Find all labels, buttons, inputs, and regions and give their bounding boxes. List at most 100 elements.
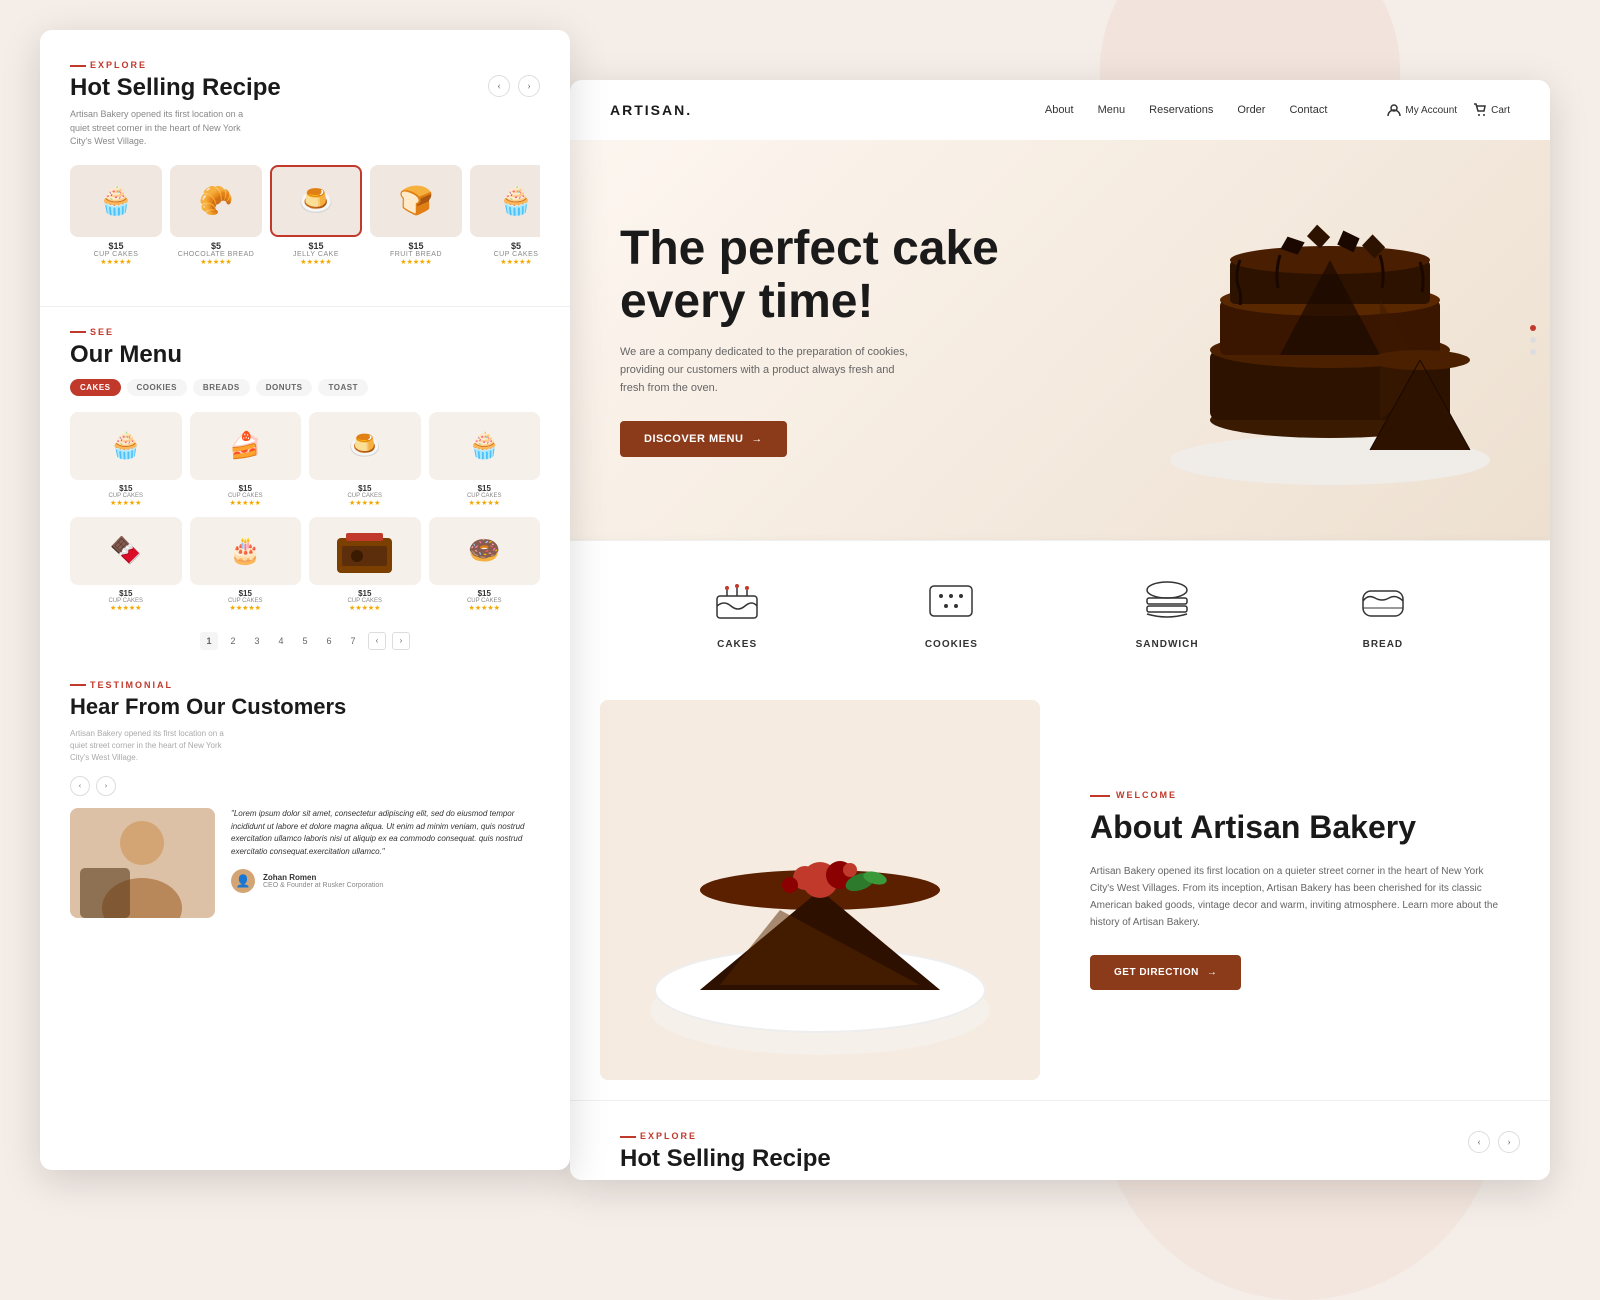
about-image xyxy=(600,700,1040,1080)
discover-menu-btn[interactable]: DISCOVER MENU → xyxy=(620,421,787,457)
my-account-btn[interactable]: My Account xyxy=(1387,103,1457,117)
next-recipe-btn[interactable]: › xyxy=(518,75,540,97)
page-1-btn[interactable]: 1 xyxy=(200,632,218,650)
menu-item-stars: ★★★★★ xyxy=(429,604,541,612)
page-7-btn[interactable]: 7 xyxy=(344,632,362,650)
testimonial-desc: Artisan Bakery opened its first location… xyxy=(70,728,230,764)
testimonial-image-wrapper xyxy=(70,808,215,918)
list-item[interactable]: 🧁 $15 CUP CAKES ★★★★★ xyxy=(429,412,541,507)
nav-menu[interactable]: Menu xyxy=(1098,104,1126,116)
next-testimonial-btn[interactable]: › xyxy=(96,776,116,796)
list-item[interactable]: 🍰 $15 CUP CAKES ★★★★★ xyxy=(190,412,302,507)
bottom-prev-btn[interactable]: ‹ xyxy=(1468,1131,1490,1153)
filter-cookies-btn[interactable]: COOKIES xyxy=(127,379,187,396)
nav-reservations[interactable]: Reservations xyxy=(1149,104,1213,116)
page-3-btn[interactable]: 3 xyxy=(248,632,266,650)
category-cakes[interactable]: CAKES xyxy=(707,571,767,650)
hero-dot-1[interactable] xyxy=(1530,325,1536,331)
bottom-title: Hot Selling Recipe xyxy=(620,1145,1500,1173)
recipe-stars: ★★★★★ xyxy=(70,258,162,266)
list-item[interactable]: 🍮 $15 CUP CAKES ★★★★★ xyxy=(309,412,421,507)
site-logo: ARTISAN. xyxy=(610,102,692,118)
nav-about[interactable]: About xyxy=(1045,104,1074,116)
page-2-btn[interactable]: 2 xyxy=(224,632,242,650)
hero-dot-2[interactable] xyxy=(1530,337,1536,343)
list-item[interactable]: 🍩 $15 CUP CAKES ★★★★★ xyxy=(429,517,541,612)
recipe-price: $15 xyxy=(370,241,462,251)
nav-order[interactable]: Order xyxy=(1237,104,1265,116)
recipe-stars: ★★★★★ xyxy=(470,258,540,266)
list-item[interactable]: 🍫 $15 CUP CAKES ★★★★★ xyxy=(70,517,182,612)
hero-dot-3[interactable] xyxy=(1530,349,1536,355)
prev-testimonial-btn[interactable]: ‹ xyxy=(70,776,90,796)
right-panel: ARTISAN. About Menu Reservations Order C… xyxy=(570,80,1550,1180)
page-4-btn[interactable]: 4 xyxy=(272,632,290,650)
prev-recipe-btn[interactable]: ‹ xyxy=(488,75,510,97)
category-cookies[interactable]: COOKIES xyxy=(921,571,981,650)
list-item[interactable]: 🧁 $5 CUP CAKES ★★★★★ xyxy=(470,165,540,266)
bottom-explore-label: EXPLORE xyxy=(620,1131,1500,1141)
menu-item-price: $15 xyxy=(70,484,182,493)
menu-item-img: 🧁 xyxy=(70,412,182,480)
bottom-next-btn[interactable]: › xyxy=(1498,1131,1520,1153)
filter-toast-btn[interactable]: TOAST xyxy=(318,379,367,396)
nav-contact[interactable]: Contact xyxy=(1289,104,1327,116)
hot-selling-title: Hot Selling Recipe xyxy=(70,74,540,102)
about-section: WELCOME About Artisan Bakery Artisan Bak… xyxy=(570,680,1550,1100)
testimonial-content: "Lorem ipsum dolor sit amet, consectetur… xyxy=(70,808,540,918)
list-item[interactable]: 🎂 $15 CUP CAKES ★★★★★ xyxy=(190,517,302,612)
list-item[interactable]: 🥐 $5 CHOCOLATE BREAD ★★★★★ xyxy=(170,165,262,266)
testimonial-label: TESTIMONIAL xyxy=(70,680,540,690)
hero-title: The perfect cake every time! xyxy=(620,223,1000,329)
recipe-stars: ★★★★★ xyxy=(170,258,262,266)
recipe-cards-row: 🧁 $15 CUP CAKES ★★★★★ 🥐 $5 CHOCOLATE BRE… xyxy=(70,165,540,266)
list-item[interactable]: $15 CUP CAKES ★★★★★ xyxy=(309,517,421,612)
menu-item-price: $15 xyxy=(190,484,302,493)
filter-donuts-btn[interactable]: DONUTS xyxy=(256,379,313,396)
get-direction-btn[interactable]: GET DIRECTION → xyxy=(1090,955,1241,990)
menu-item-stars: ★★★★★ xyxy=(309,499,421,507)
author-avatar: 👤 xyxy=(231,869,255,893)
recipe-name: FRUIT BREAD xyxy=(370,251,462,258)
hero-cake-image xyxy=(1140,160,1520,520)
divider xyxy=(40,306,570,307)
menu-item-img: 🍮 xyxy=(309,412,421,480)
filter-cakes-btn[interactable]: CAKES xyxy=(70,379,121,396)
recipe-name: CHOCOLATE BREAD xyxy=(170,251,262,258)
category-sandwich[interactable]: SANDWICH xyxy=(1136,571,1199,650)
recipe-nav: ‹ › xyxy=(488,75,540,97)
explore-label: EXPLORE xyxy=(70,60,540,70)
list-item[interactable]: 🍞 $15 FRUIT BREAD ★★★★★ xyxy=(370,165,462,266)
welcome-label: WELCOME xyxy=(1090,790,1500,800)
nav-actions: My Account Cart xyxy=(1387,103,1510,117)
category-bread[interactable]: BREAD xyxy=(1353,571,1413,650)
recipe-card-img: 🍞 xyxy=(370,165,462,237)
author-role: CEO & Founder at Rusker Corporation xyxy=(263,882,383,889)
cart-btn[interactable]: Cart xyxy=(1473,103,1510,117)
testimonial-section: TESTIMONIAL Hear From Our Customers Arti… xyxy=(40,660,570,938)
menu-item-price: $15 xyxy=(429,589,541,598)
page-5-btn[interactable]: 5 xyxy=(296,632,314,650)
author-info: Zohan Romen CEO & Founder at Rusker Corp… xyxy=(263,873,383,889)
testimonial-nav: ‹ › xyxy=(70,776,540,796)
recipe-name: CUP CAKES xyxy=(470,251,540,258)
hot-selling-desc: Artisan Bakery opened its first location… xyxy=(70,108,250,149)
sandwich-icon xyxy=(1137,571,1197,631)
testimonial-title: Hear From Our Customers xyxy=(70,694,540,720)
menu-item-price: $15 xyxy=(190,589,302,598)
testimonial-quote: "Lorem ipsum dolor sit amet, consectetur… xyxy=(231,808,540,859)
list-item[interactable]: 🍮 $15 JELLY CAKE ★★★★★ xyxy=(270,165,362,266)
bottom-desc: Artisan Bakery opened its first location… xyxy=(620,1179,800,1180)
testimonial-text: "Lorem ipsum dolor sit amet, consectetur… xyxy=(231,808,540,918)
menu-item-price: $15 xyxy=(309,589,421,598)
my-account-label: My Account xyxy=(1405,105,1457,116)
list-item[interactable]: 🧁 $15 CUP CAKES ★★★★★ xyxy=(70,412,182,507)
next-page-btn[interactable]: › xyxy=(392,632,410,650)
menu-item-stars: ★★★★★ xyxy=(190,499,302,507)
page-6-btn[interactable]: 6 xyxy=(320,632,338,650)
pagination: 1 2 3 4 5 6 7 ‹ › xyxy=(70,622,540,660)
cakes-label: CAKES xyxy=(707,639,767,650)
filter-breads-btn[interactable]: BREADS xyxy=(193,379,250,396)
prev-page-btn[interactable]: ‹ xyxy=(368,632,386,650)
list-item[interactable]: 🧁 $15 CUP CAKES ★★★★★ xyxy=(70,165,162,266)
